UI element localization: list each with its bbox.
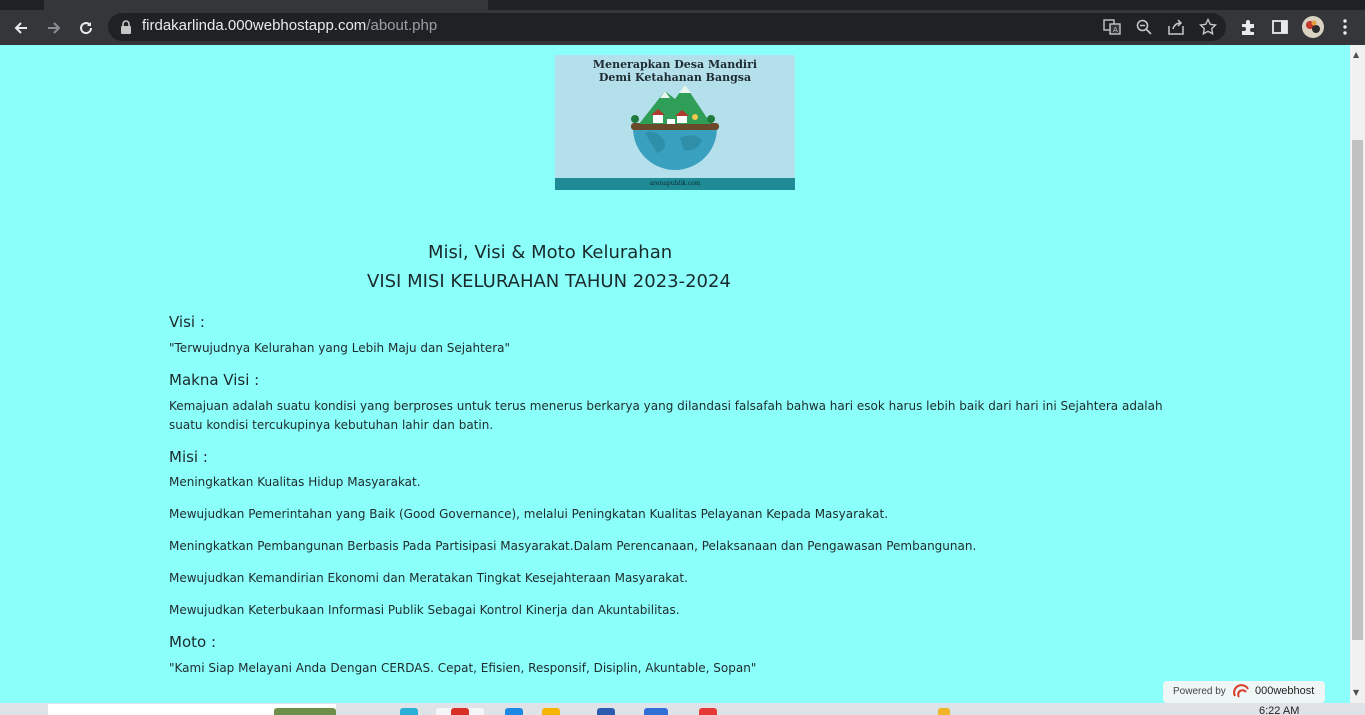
misi-item: Meningkatkan Pembangunan Berbasis Pada P… xyxy=(169,539,977,553)
page-title: Misi, Visi & Moto Kelurahan xyxy=(428,242,673,263)
share-icon[interactable] xyxy=(1167,18,1185,36)
banner-title: Menerapkan Desa Mandiri Demi Ketahanan B… xyxy=(555,58,795,84)
taskbar-app-icon[interactable] xyxy=(505,708,523,715)
taskbar-app-icon[interactable] xyxy=(699,708,717,715)
misi-heading: Misi : xyxy=(169,448,208,466)
reload-icon[interactable] xyxy=(71,10,101,45)
misi-item: Mewujudkan Kemandirian Ekonomi dan Merat… xyxy=(169,571,688,585)
scroll-up-icon[interactable]: ▲ xyxy=(1353,50,1359,59)
scrollbar-thumb[interactable] xyxy=(1352,140,1363,640)
back-arrow-icon[interactable] xyxy=(6,10,36,45)
banner-image: Menerapkan Desa Mandiri Demi Ketahanan B… xyxy=(555,55,795,190)
misi-item: Meningkatkan Kualitas Hidup Masyarakat. xyxy=(169,475,421,489)
profile-avatar[interactable] xyxy=(1302,16,1324,38)
banner-title-line1: Menerapkan Desa Mandiri xyxy=(592,58,758,71)
chrome-taskbar-icon[interactable] xyxy=(451,708,469,715)
forward-arrow-icon[interactable] xyxy=(39,10,69,45)
moto-text: "Kami Siap Melayani Anda Dengan CERDAS. … xyxy=(169,661,757,675)
extensions-icon[interactable] xyxy=(1239,18,1257,36)
url-text[interactable]: firdakarlinda.000webhostapp.com/about.ph… xyxy=(142,17,437,34)
globe-village-illustration xyxy=(631,85,719,170)
lock-icon[interactable] xyxy=(120,20,132,34)
moto-heading: Moto : xyxy=(169,633,216,651)
url-path: /about.php xyxy=(366,17,438,34)
zoom-icon[interactable] xyxy=(1135,18,1153,36)
banner-footer-text: arenapublik.com xyxy=(649,180,701,187)
url-host: firdakarlinda.000webhostapp.com xyxy=(142,17,367,34)
active-tab[interactable] xyxy=(44,0,488,10)
scroll-down-icon[interactable]: ▼ xyxy=(1353,688,1359,697)
taskbar-app-icon[interactable] xyxy=(542,708,560,715)
misi-item: Mewujudkan Keterbukaan Informasi Publik … xyxy=(169,603,680,617)
powered-by-brand[interactable]: 000webhost xyxy=(1255,685,1314,697)
svg-text:A: A xyxy=(1113,26,1118,34)
translate-icon[interactable]: A xyxy=(1103,18,1121,36)
webhost-logo-icon xyxy=(1233,684,1249,698)
taskbar-widget[interactable] xyxy=(274,708,336,715)
powered-by-label: Powered by xyxy=(1173,686,1226,697)
taskbar-app-icon[interactable] xyxy=(597,708,615,715)
makna-visi-heading: Makna Visi : xyxy=(169,371,260,389)
visi-heading: Visi : xyxy=(169,313,205,331)
visi-text: "Terwujudnya Kelurahan yang Lebih Maju d… xyxy=(169,341,510,355)
taskbar-app-icon[interactable] xyxy=(938,708,950,715)
side-panel-icon[interactable] xyxy=(1271,18,1289,36)
taskbar-app-icon[interactable] xyxy=(644,708,668,715)
star-icon[interactable] xyxy=(1199,18,1217,36)
kebab-menu-icon[interactable] xyxy=(1336,18,1354,36)
page-subtitle: VISI MISI KELURAHAN TAHUN 2023-2024 xyxy=(367,271,731,292)
taskbar-app-icon[interactable] xyxy=(400,708,418,715)
makna-visi-text: Kemajuan adalah suatu kondisi yang berpr… xyxy=(169,399,1163,432)
misi-item: Mewujudkan Pemerintahan yang Baik (Good … xyxy=(169,507,889,521)
taskbar-clock[interactable]: 6:22 AM xyxy=(1259,705,1299,715)
